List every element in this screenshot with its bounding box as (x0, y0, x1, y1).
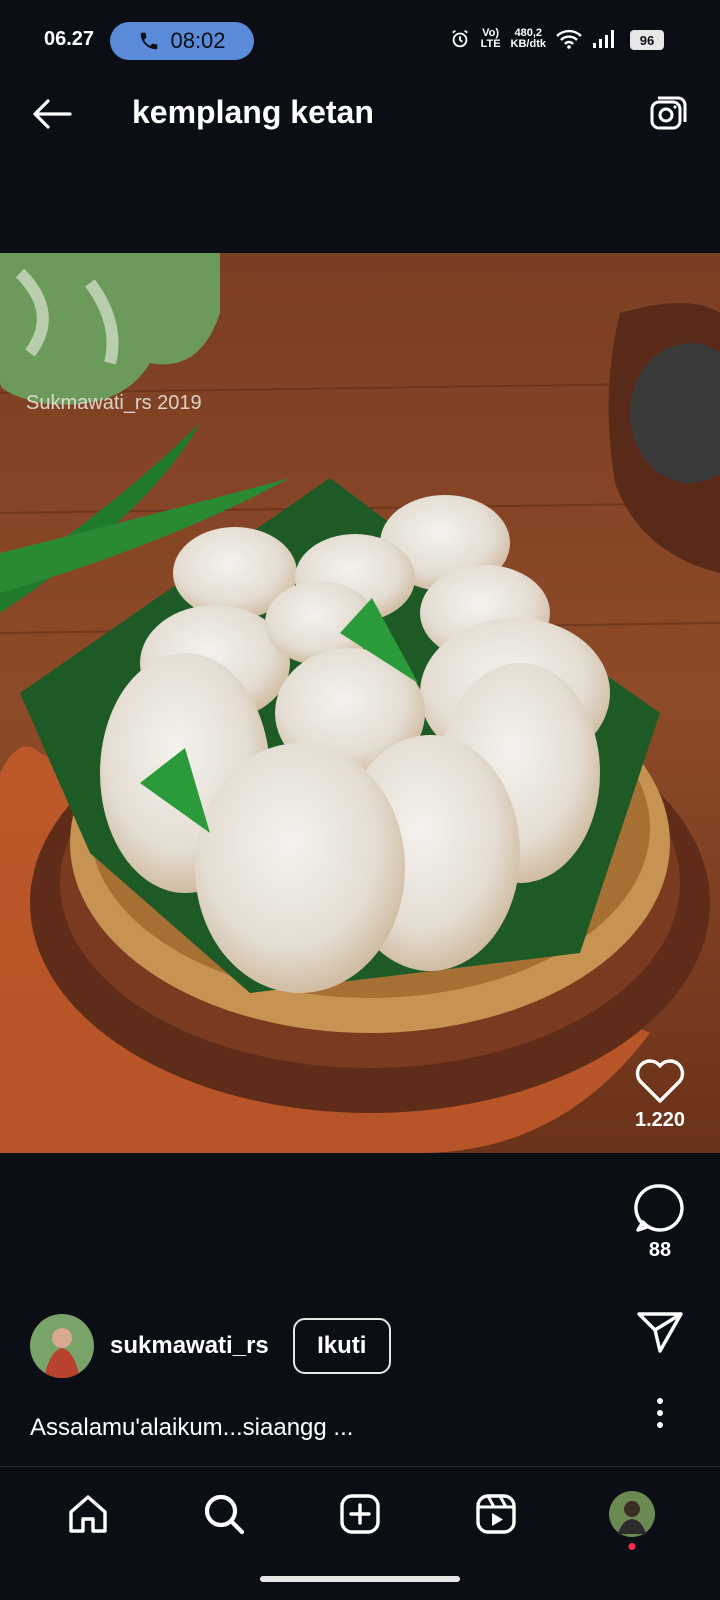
notification-dot (628, 1543, 636, 1550)
ongoing-call-pill[interactable]: 08:02 (110, 22, 254, 60)
volte-indicator: Vo) LTE (480, 27, 501, 50)
wifi-icon (556, 29, 582, 49)
like-button[interactable]: 1.220 (630, 1058, 690, 1132)
share-button[interactable] (630, 1310, 690, 1359)
back-arrow-icon[interactable] (30, 92, 74, 136)
reels-icon (476, 1494, 516, 1534)
image-watermark: Sukmawati_rs 2019 (26, 392, 202, 414)
nav-divider (0, 1466, 720, 1467)
nav-search[interactable] (194, 1484, 254, 1544)
heart-icon (635, 1059, 685, 1103)
send-icon (637, 1312, 683, 1353)
profile-icon (609, 1491, 655, 1537)
gesture-bar[interactable] (260, 1576, 460, 1582)
create-icon (340, 1494, 380, 1534)
home-icon (69, 1495, 107, 1533)
network-speed: 480,2 KB/dtk (510, 27, 546, 50)
nav-create[interactable] (330, 1484, 390, 1544)
phone-icon (141, 32, 158, 50)
follow-button[interactable]: Ikuti (292, 1318, 391, 1374)
system-icons: Vo) LTE 480,2 KB/dtk (449, 28, 616, 50)
camera-icon[interactable] (648, 94, 688, 134)
battery-indicator: 96 (630, 30, 664, 50)
author-avatar[interactable] (30, 1314, 94, 1378)
comment-button[interactable]: 88 (630, 1182, 690, 1262)
clock: 06.27 (44, 28, 95, 50)
comment-count: 88 (648, 1239, 672, 1261)
food-photo (0, 253, 720, 1153)
nav-reels[interactable] (466, 1484, 526, 1544)
post-image[interactable] (0, 253, 720, 1153)
search-icon (204, 1494, 245, 1535)
bottom-nav (0, 1480, 720, 1550)
page-title: kemplang ketan (132, 94, 374, 130)
author-username[interactable]: sukmawati_rs (110, 1332, 269, 1360)
post-caption[interactable]: Assalamu'alaikum...siaangg ... (30, 1414, 353, 1442)
signal-icon (593, 30, 614, 48)
call-duration: 08:02 (170, 28, 226, 53)
nav-home[interactable] (58, 1484, 118, 1544)
more-vertical-icon (657, 1398, 663, 1428)
comment-icon (634, 1184, 684, 1232)
more-options-button[interactable] (630, 1396, 690, 1435)
alarm-icon (451, 29, 468, 48)
author-row: sukmawati_rs Ikuti (30, 1314, 391, 1378)
like-count: 1.220 (634, 1109, 686, 1131)
status-bar: 06.27 08:02 Vo) LTE 480,2 KB/dtk 96 (0, 0, 720, 80)
nav-profile[interactable] (602, 1484, 662, 1550)
